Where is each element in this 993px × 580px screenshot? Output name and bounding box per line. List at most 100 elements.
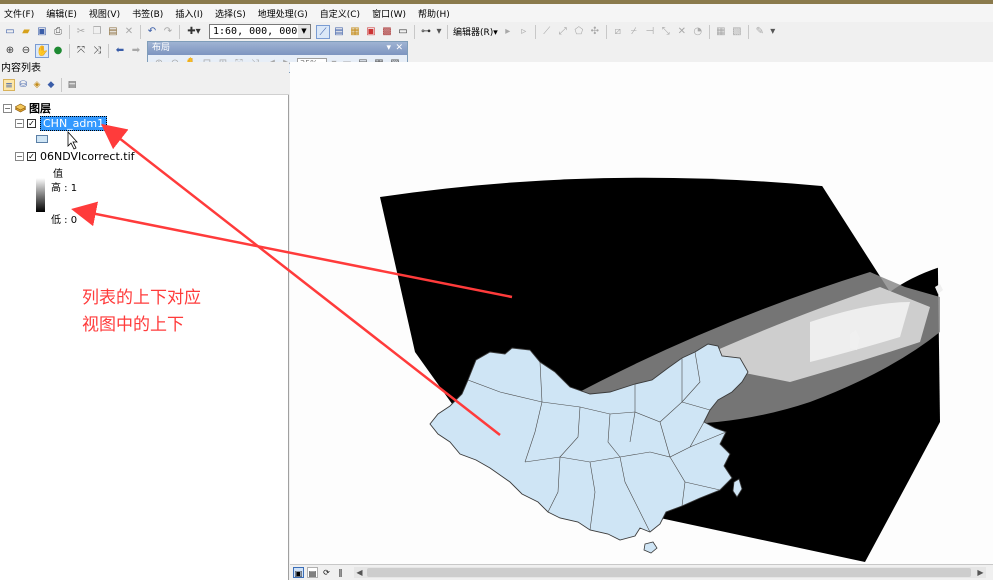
feature-template-icon[interactable]: ▧ — [730, 25, 744, 39]
layer-row-ndvi[interactable]: − ✓ 06NDVIcorrect.tif — [15, 150, 135, 163]
map-display[interactable] — [290, 62, 993, 564]
toolbar-options-icon[interactable]: ▾ — [769, 25, 777, 39]
split-tool-icon[interactable]: ⧄ — [611, 25, 625, 39]
menu-selection[interactable]: 选择(S) — [215, 7, 246, 20]
straight-segment-icon[interactable]: ⟋ — [540, 25, 554, 39]
scroll-right-icon[interactable]: ▶ — [975, 567, 986, 578]
search-window-icon[interactable]: ▣ — [364, 25, 378, 39]
layout-toolbar-titlebar[interactable]: 布局 ▾ ✕ — [148, 42, 407, 55]
layout-view-button[interactable]: ▤ — [307, 567, 318, 578]
undo-icon[interactable]: ↶ — [145, 25, 159, 39]
scrollbar-thumb[interactable] — [367, 568, 971, 577]
fixed-zoom-out-icon[interactable]: ⤨ — [90, 44, 104, 58]
horizontal-scrollbar[interactable]: ◀ ▶ — [354, 567, 986, 578]
layer-visibility-checkbox[interactable]: ✓ — [27, 119, 36, 128]
add-data-icon[interactable]: ✚▾ — [184, 25, 204, 39]
edit-tool-icon[interactable]: ▸ — [501, 25, 515, 39]
editor-toolbar-icon[interactable]: ⟋ — [316, 24, 330, 39]
delete-icon[interactable]: ✕ — [122, 25, 136, 39]
editor-menu[interactable]: 编辑器(R)▾ — [453, 25, 498, 38]
paste-icon[interactable]: ▤ — [106, 25, 120, 39]
map-scale-dropdown[interactable]: 1:60, 000, 000 ▼ — [209, 24, 311, 39]
toolbar-menu-icon[interactable]: ▾ — [386, 42, 391, 55]
menu-insert[interactable]: 插入(I) — [175, 7, 203, 20]
chevron-down-icon[interactable]: ▼ — [298, 25, 310, 38]
menu-view[interactable]: 视图(V) — [89, 7, 120, 20]
refresh-icon[interactable]: ⟳ — [321, 567, 332, 578]
forward-extent-icon[interactable]: ➡ — [129, 44, 143, 58]
map-status-bar: ▣ ▤ ⟳ ‖ ◀ ▶ — [290, 564, 993, 580]
toolbar-separator — [414, 24, 415, 39]
menu-bookmarks[interactable]: 书签(B) — [132, 7, 163, 20]
redo-icon[interactable]: ↷ — [161, 25, 175, 39]
edit-annotation-icon[interactable]: ▹ — [517, 25, 531, 39]
back-extent-icon[interactable]: ⬅ — [113, 44, 127, 58]
toc-title: 内容列表 — [0, 62, 289, 76]
layers-root-row[interactable]: − 图层 — [3, 100, 51, 116]
layout-toolbar-title: 布局 — [152, 43, 171, 53]
table-of-contents-icon[interactable]: ▤ — [332, 25, 346, 39]
menu-edit[interactable]: 编辑(E) — [46, 7, 77, 20]
copy-icon[interactable]: ❐ — [90, 25, 104, 39]
annotation-text: 列表的上下对应 视图中的上下 — [82, 285, 201, 339]
fixed-zoom-in-icon[interactable]: ⤧ — [74, 44, 88, 58]
create-features-icon[interactable]: ▦ — [714, 25, 728, 39]
reshape-icon[interactable]: ⌿ — [627, 25, 641, 39]
cut-polygon-icon[interactable]: ⊣ — [643, 25, 657, 39]
menu-file[interactable]: 文件(F) — [4, 7, 34, 20]
new-document-icon[interactable]: ▭ — [3, 25, 17, 39]
layer-visibility-checkbox[interactable]: ✓ — [27, 152, 36, 161]
pan-hand-icon[interactable]: ✋ — [35, 43, 49, 58]
toolbar-separator — [605, 24, 607, 39]
polygon-symbol-swatch[interactable] — [36, 135, 48, 143]
python-window-icon[interactable]: ▭ — [396, 25, 410, 39]
toolbar-separator — [61, 78, 62, 92]
catalog-icon[interactable]: ▦ — [348, 25, 362, 39]
cut-icon[interactable]: ✂ — [74, 25, 88, 39]
hainan-shape[interactable] — [643, 541, 658, 554]
attributes-icon[interactable]: ✕ — [675, 25, 689, 39]
zoom-out-icon[interactable]: ⊖ — [19, 44, 33, 58]
toc-options-icon[interactable]: ▤ — [66, 79, 78, 91]
model-builder-icon[interactable]: ⊶ — [419, 25, 433, 39]
toolbar-options-icon[interactable]: ▾ — [435, 25, 443, 39]
save-icon[interactable]: ▣ — [35, 25, 49, 39]
toolbar-separator — [179, 24, 180, 39]
menu-geoprocessing[interactable]: 地理处理(G) — [258, 7, 308, 20]
map-canvas[interactable] — [290, 62, 993, 564]
layer-row-chn-adm1[interactable]: − ✓ CHN_adm1 — [15, 116, 108, 131]
menu-customize[interactable]: 自定义(C) — [320, 7, 360, 20]
ndvi-color-ramp[interactable] — [36, 178, 45, 212]
toolbar-separator — [747, 24, 749, 39]
layer-name[interactable]: CHN_adm1 — [40, 116, 108, 131]
sketch-properties-icon[interactable]: ◔ — [691, 25, 705, 39]
menu-windows[interactable]: 窗口(W) — [372, 7, 406, 20]
list-by-visibility-icon[interactable]: ◈ — [31, 79, 43, 91]
menu-help[interactable]: 帮助(H) — [418, 7, 450, 20]
data-view-button[interactable]: ▣ — [293, 567, 304, 578]
toolbar-separator — [447, 24, 448, 39]
toolbar-separator — [534, 24, 536, 39]
toolbar-separator — [108, 43, 109, 58]
full-extent-icon[interactable]: ● — [51, 44, 65, 58]
trace-icon[interactable]: ⤢ — [556, 25, 570, 39]
arctoolbox-icon[interactable]: ▩ — [380, 25, 394, 39]
scroll-left-icon[interactable]: ◀ — [354, 567, 365, 578]
polygon-tool-icon[interactable]: ⬠ — [572, 25, 586, 39]
midpoint-icon[interactable]: ✣ — [588, 25, 602, 39]
list-by-source-icon[interactable]: ⛁ — [17, 79, 29, 91]
print-icon[interactable]: ⎙ — [51, 25, 65, 39]
collapse-icon[interactable]: − — [15, 119, 24, 128]
pause-drawing-icon[interactable]: ‖ — [335, 567, 346, 578]
collapse-icon[interactable]: − — [15, 152, 24, 161]
layer-name[interactable]: 06NDVIcorrect.tif — [40, 150, 135, 163]
collapse-icon[interactable]: − — [3, 103, 12, 113]
zoom-in-icon[interactable]: ⊕ — [3, 44, 17, 58]
rotate-icon[interactable]: ⤡ — [659, 25, 673, 39]
list-by-drawing-order-icon[interactable]: ≡ — [3, 79, 15, 91]
list-by-selection-icon[interactable]: ◆ — [45, 79, 57, 91]
close-icon[interactable]: ✕ — [395, 42, 403, 55]
open-folder-icon[interactable]: ▰ — [19, 25, 33, 39]
editor-options-icon[interactable]: ✎ — [753, 25, 767, 39]
layer-symbol-row[interactable] — [36, 135, 48, 143]
